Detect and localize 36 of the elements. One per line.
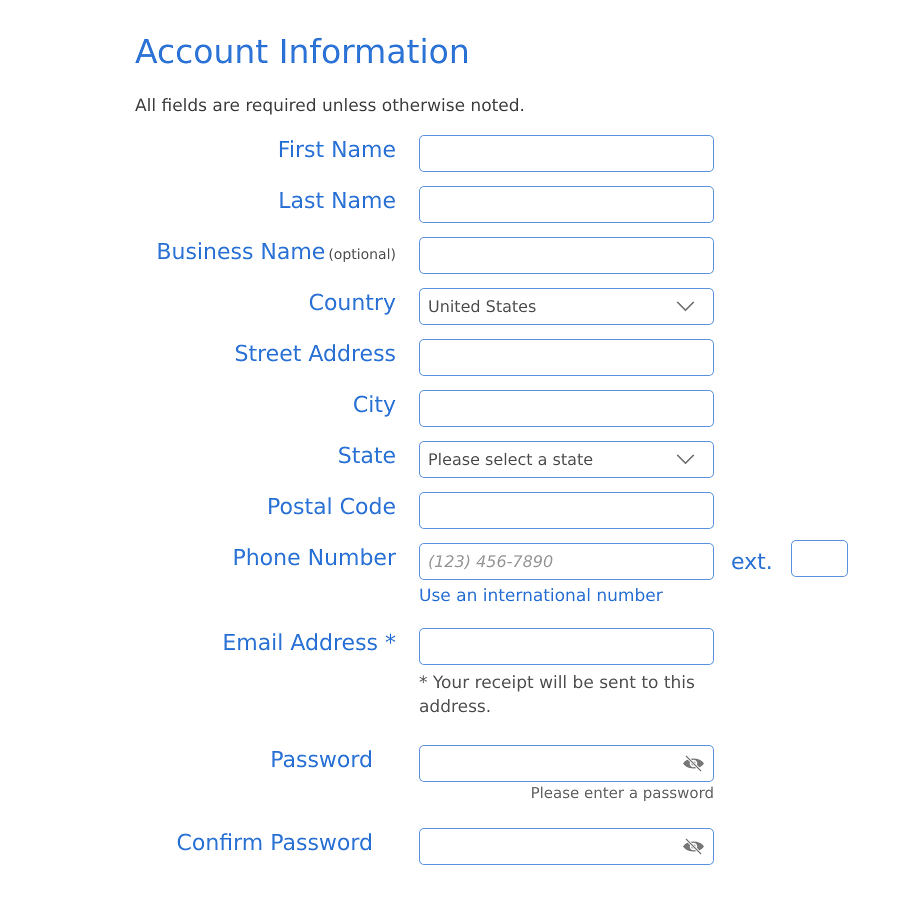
extension-field[interactable] — [790, 540, 848, 577]
field-label: Phone Number — [232, 546, 396, 571]
dropdown[interactable]: Please select a state — [419, 441, 714, 478]
text-field[interactable] — [419, 492, 714, 529]
field-label: City — [352, 393, 396, 418]
field-label: Last Name — [278, 189, 396, 214]
text-field[interactable] — [419, 186, 714, 223]
password-hint: Please enter a password — [530, 784, 714, 802]
field-label: First Name — [278, 138, 396, 163]
field-label: Street Address — [234, 342, 396, 367]
intro-text: All fields are required unless otherwise noted. — [135, 96, 526, 116]
password-field[interactable] — [419, 828, 714, 865]
international-number-link[interactable]: Use an international number — [419, 586, 714, 606]
field-label: Password — [270, 748, 373, 773]
password-field[interactable] — [419, 745, 714, 782]
section-title: Account Information — [135, 31, 471, 73]
text-field[interactable] — [419, 339, 714, 376]
chevron-down-icon — [676, 301, 695, 312]
text-field[interactable] — [419, 135, 714, 172]
help-text: * Your receipt will be sent to this address. — [419, 672, 696, 719]
eye-slash-icon[interactable] — [682, 755, 705, 772]
dropdown[interactable]: United States — [419, 288, 714, 325]
chevron-down-icon — [676, 454, 695, 465]
phone-field[interactable]: (123) 456-7890 — [419, 543, 714, 580]
field-label: Email Address * — [222, 631, 396, 656]
optional-note: (optional) — [328, 247, 396, 263]
eye-slash-icon[interactable] — [682, 838, 705, 855]
text-field[interactable] — [419, 390, 714, 427]
field-label: Confirm Password — [176, 831, 373, 856]
field-label: State — [338, 444, 396, 469]
field-label: Country — [308, 291, 396, 316]
text-field[interactable] — [419, 628, 714, 665]
field-label: Postal Code — [267, 495, 396, 520]
text-field[interactable] — [419, 237, 714, 274]
ext-label: ext. — [731, 550, 773, 575]
field-label: Business Name — [156, 240, 326, 265]
